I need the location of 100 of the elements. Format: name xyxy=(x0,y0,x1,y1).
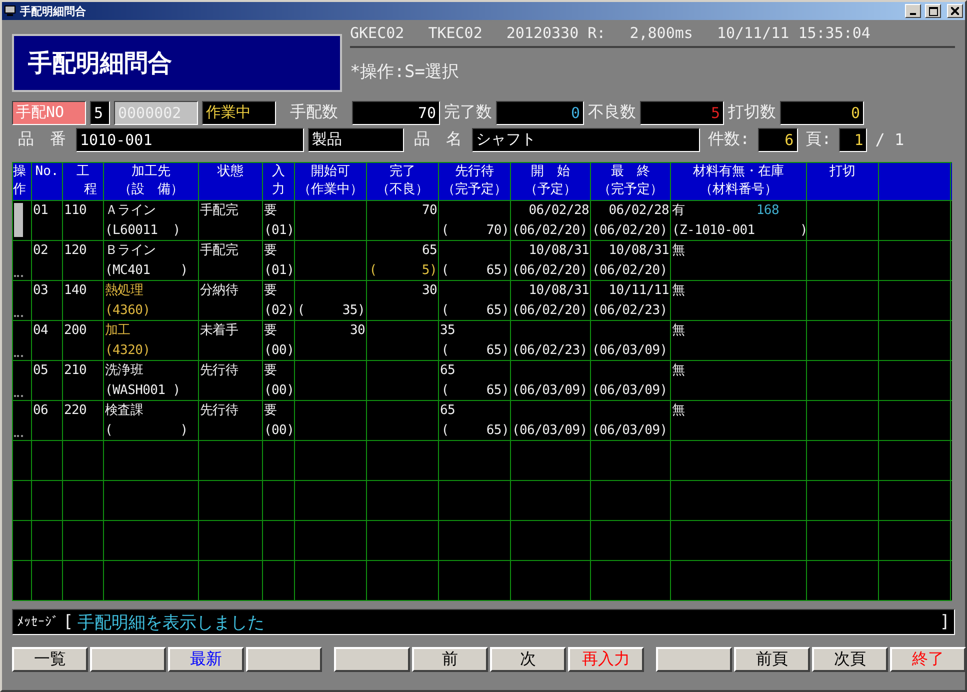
page-total: / 1 xyxy=(875,130,904,149)
column-header: 操 xyxy=(13,163,26,181)
function-key[interactable]: 前頁 xyxy=(734,647,810,672)
table-cell-text: (06/02/20) xyxy=(511,222,588,240)
table-cell-text: Ｂライン xyxy=(104,242,157,260)
table-cell-text: (06/02/20) xyxy=(511,262,588,280)
table-cell-text: 200 xyxy=(63,322,88,340)
table-cell-text: 02 xyxy=(32,242,50,260)
table-cell-text: 洗浄班 xyxy=(104,362,144,380)
field-label: 打切数 xyxy=(728,102,776,123)
column-header: 状態 xyxy=(218,163,244,181)
table-cell-text: 要 xyxy=(263,242,278,260)
table-cell-text: 30 xyxy=(348,322,366,340)
table-cell-text: 01 xyxy=(32,202,50,220)
bracket: ] xyxy=(940,612,950,632)
table-cell-text: ( 35) xyxy=(296,302,366,320)
table-cell-text: 無 xyxy=(671,242,686,260)
table-cell-text: 70 xyxy=(420,202,438,220)
table-cell-text: (06/02/20) xyxy=(511,302,588,320)
message-label: ﾒｯｾｰｼﾞ xyxy=(17,614,59,630)
function-key[interactable]: 前 xyxy=(412,647,488,672)
message-text: 手配明細を表示しました xyxy=(77,612,266,634)
table-cell-text: (L60011 ) xyxy=(104,222,182,240)
table-cell-text: ( 65) xyxy=(440,262,510,280)
table-cell-text: (06/02/23) xyxy=(591,302,668,320)
table-cell-text: 65 xyxy=(439,362,456,380)
table-cell-text: ( 70) xyxy=(440,222,510,240)
part-number-field: 1010-001 xyxy=(76,128,304,152)
table-cell-text: 06/02/28 xyxy=(608,202,670,220)
table-cell-text: (06/02/23) xyxy=(511,342,588,360)
column-header: 開 始 xyxy=(531,163,570,181)
table-cell-text: ( 65) xyxy=(440,422,510,440)
operation-field[interactable] xyxy=(14,203,23,237)
category-field: 製品 xyxy=(308,128,404,152)
bracket: [ xyxy=(63,612,74,632)
operation-hint: *操作:S=選択 xyxy=(350,61,460,83)
table-cell-text: 10/08/31 xyxy=(528,282,590,300)
column-header: 程 xyxy=(84,181,98,199)
count-field: 6 xyxy=(758,128,798,152)
table-cell-text: (4320) xyxy=(104,342,152,360)
table-cell-text: 要 xyxy=(263,362,278,380)
column-header: 作 xyxy=(13,181,26,199)
table-cell-text: 未着手 xyxy=(199,322,240,340)
program-id: GKEC02 xyxy=(350,24,404,42)
table-cell-text: 手配完 xyxy=(199,202,240,220)
function-key[interactable]: 最新 xyxy=(168,647,244,672)
table-cell-text: (01) xyxy=(263,222,296,240)
table-cell-text: (06/03/09) xyxy=(591,342,668,360)
table-cell-text: 無 xyxy=(671,402,686,420)
branch-field[interactable]: 5 xyxy=(90,100,110,124)
column-header: （材料番号） xyxy=(700,181,778,199)
column-header: （完予定） xyxy=(442,181,507,199)
table-cell-text: 220 xyxy=(63,402,88,420)
column-header: （不良） xyxy=(376,181,428,199)
table-cell-text: (4360) xyxy=(104,302,152,320)
table-cell-text: 35 xyxy=(439,322,456,340)
function-key[interactable]: 次 xyxy=(490,647,566,672)
table-cell-text: (02) xyxy=(263,302,296,320)
column-header: 力 xyxy=(272,181,285,199)
table-cell-text: 熱処理 xyxy=(104,282,144,300)
table-cell-text: 120 xyxy=(63,242,88,260)
column-header: （予定） xyxy=(524,181,576,199)
close-button[interactable] xyxy=(947,4,963,18)
minimize-button[interactable] xyxy=(905,4,921,18)
window-title: 手配明細問合 xyxy=(20,4,87,18)
table-cell-text: Ａライン xyxy=(104,202,157,220)
maximize-button[interactable] xyxy=(925,4,941,18)
column-header: 開始可 xyxy=(311,163,350,181)
table-cell-text: 10/11/11 xyxy=(608,282,670,300)
table-cell-text: 分納待 xyxy=(199,282,240,300)
table-cell-text: 要 xyxy=(263,402,278,420)
defect-field: 5 xyxy=(640,100,724,124)
function-key[interactable] xyxy=(246,647,322,672)
column-header: （作業中） xyxy=(298,181,363,199)
function-key[interactable]: 一覧 xyxy=(12,647,88,672)
stock-quantity: 168 xyxy=(755,202,780,220)
table-cell-text: 有 xyxy=(671,202,686,220)
table-cell-text: 検査課 xyxy=(104,402,144,420)
order-no-label: 手配NO xyxy=(12,100,86,124)
table-cell-text: ( ) xyxy=(104,422,189,440)
table-cell-text: 手配完 xyxy=(199,242,240,260)
version-label: 20120330 R: xyxy=(506,24,606,42)
column-header: 先行待 xyxy=(455,163,494,181)
table-cell-text: ( 65) xyxy=(440,342,510,360)
field-label: 不良数 xyxy=(588,102,636,123)
column-header: （完予定） xyxy=(598,181,663,199)
table-cell-text: ( 65) xyxy=(440,382,510,400)
field-label: 頁: xyxy=(806,129,832,150)
table-cell-text: (Z-1010-001 ) xyxy=(671,222,808,240)
table-cell-text: (06/03/09) xyxy=(511,382,588,400)
table-cell-text: (06/03/09) xyxy=(591,422,668,440)
function-key[interactable]: 次頁 xyxy=(812,647,888,672)
app-icon xyxy=(4,5,16,17)
table-cell-text: (01) xyxy=(263,262,296,280)
table-cell-text: (06/02/20) xyxy=(591,262,668,280)
column-header: 完了 xyxy=(390,163,416,181)
table-cell-text: (06/03/09) xyxy=(591,382,668,400)
function-key[interactable] xyxy=(90,647,166,672)
function-key[interactable] xyxy=(334,647,410,672)
function-key[interactable] xyxy=(656,647,732,672)
